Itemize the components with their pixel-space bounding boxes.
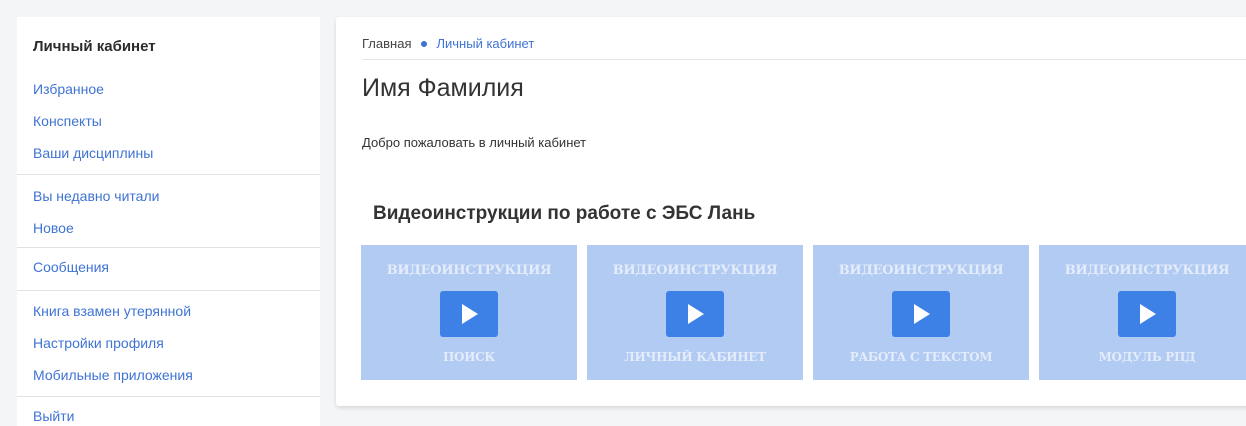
play-icon[interactable]: [440, 291, 498, 337]
sidebar-item-recently-read[interactable]: Вы недавно читали: [17, 180, 320, 212]
sidebar-item-messages[interactable]: Сообщения: [17, 251, 320, 283]
breadcrumb: Главная Личный кабинет: [362, 36, 534, 51]
video-card-search[interactable]: ВИДЕОИНСТРУКЦИЯ ПОИСК: [361, 245, 577, 380]
video-card-topic: РАБОТА С ТЕКСТОМ: [849, 350, 993, 364]
sidebar-item-profile-settings[interactable]: Настройки профиля: [17, 327, 320, 359]
sidebar-item-logout[interactable]: Выйти: [17, 400, 320, 426]
sidebar-group-messages: Сообщения: [17, 251, 320, 283]
video-card-rpd-module[interactable]: ВИДЕОИНСТРУКЦИЯ МОДУЛЬ РПД: [1039, 245, 1246, 380]
video-card-text-work[interactable]: ВИДЕОИНСТРУКЦИЯ РАБОТА С ТЕКСТОМ: [813, 245, 1029, 380]
video-card-topic: ЛИЧНЫЙ КАБИНЕТ: [624, 350, 766, 364]
sidebar-group-reading: Вы недавно читали Новое: [17, 180, 320, 244]
sidebar-item-lost-book[interactable]: Книга взамен утерянной: [17, 295, 320, 327]
video-card-caption: ВИДЕОИНСТРУКЦИЯ: [1064, 263, 1230, 278]
sidebar-item-new[interactable]: Новое: [17, 212, 320, 244]
video-card-caption: ВИДЕОИНСТРУКЦИЯ: [838, 263, 1004, 278]
sidebar-divider: [17, 396, 320, 397]
sidebar-item-favorites[interactable]: Избранное: [17, 73, 320, 105]
video-card-topic: МОДУЛЬ РПД: [1098, 350, 1196, 364]
section-title: Видеоинструкции по работе с ЭБС Лань: [373, 203, 756, 224]
video-card-caption: ВИДЕОИНСТРУКЦИЯ: [612, 263, 778, 278]
video-card-topic: ПОИСК: [442, 350, 496, 364]
video-card-caption: ВИДЕОИНСТРУКЦИЯ: [386, 263, 552, 278]
play-icon[interactable]: [666, 291, 724, 337]
sidebar-item-notes[interactable]: Конспекты: [17, 105, 320, 137]
sidebar-item-disciplines[interactable]: Ваши дисциплины: [17, 137, 320, 169]
sidebar: Личный кабинет Избранное Конспекты Ваши …: [17, 17, 320, 426]
sidebar-title: Личный кабинет: [33, 38, 156, 55]
sidebar-divider: [17, 290, 320, 291]
video-card-personal-account[interactable]: ВИДЕОИНСТРУКЦИЯ ЛИЧНЫЙ КАБИНЕТ: [587, 245, 803, 380]
breadcrumb-current-link[interactable]: Личный кабинет: [436, 36, 534, 51]
page-title: Имя Фамилия: [362, 74, 524, 102]
sidebar-divider: [17, 247, 320, 248]
header-divider: [362, 59, 1246, 60]
welcome-text: Добро пожаловать в личный кабинет: [362, 135, 587, 150]
sidebar-group-library: Избранное Конспекты Ваши дисциплины: [17, 73, 320, 169]
sidebar-divider: [17, 174, 320, 175]
sidebar-item-mobile-apps[interactable]: Мобильные приложения: [17, 359, 320, 391]
sidebar-group-settings: Книга взамен утерянной Настройки профиля…: [17, 295, 320, 391]
breadcrumb-home-link[interactable]: Главная: [362, 36, 411, 51]
breadcrumb-separator-icon: [421, 40, 428, 47]
main-panel: Главная Личный кабинет Имя Фамилия Добро…: [336, 17, 1246, 406]
play-icon[interactable]: [1118, 291, 1176, 337]
sidebar-group-logout: Выйти: [17, 400, 320, 426]
play-icon[interactable]: [892, 291, 950, 337]
